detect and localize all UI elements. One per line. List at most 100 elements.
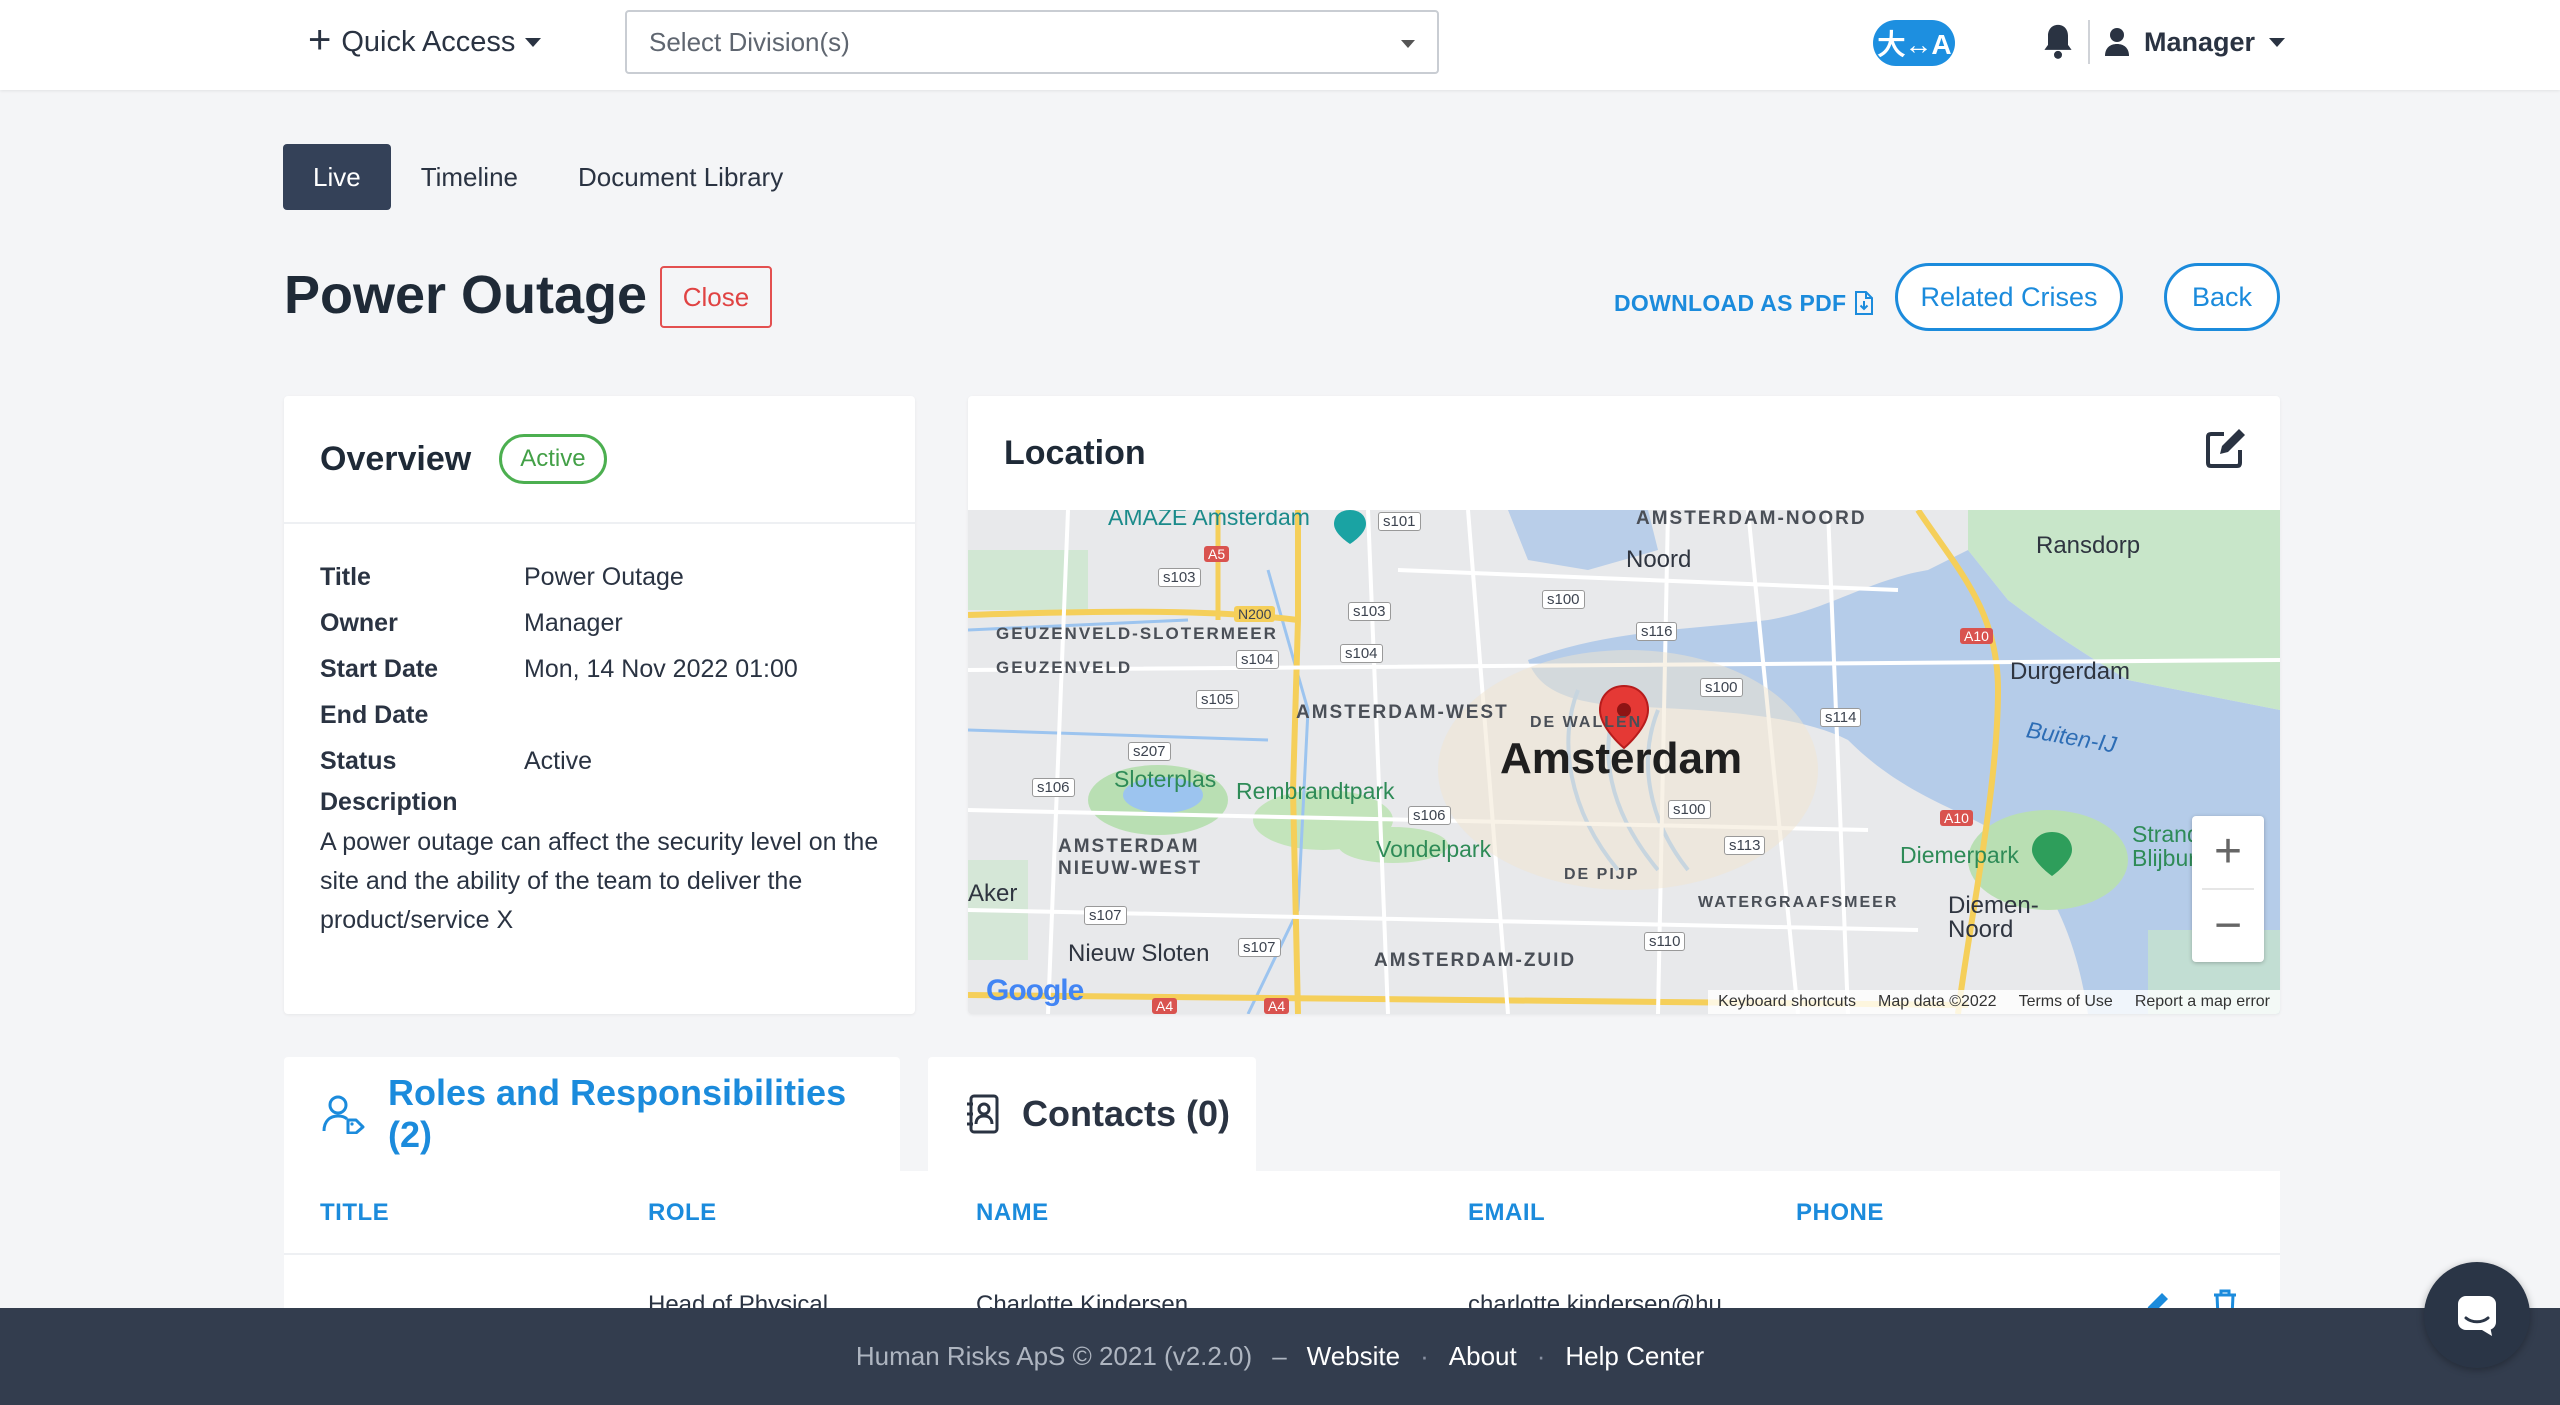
road-shield: A4 xyxy=(1152,998,1178,1014)
map-place: Diemerpark xyxy=(1900,842,2019,868)
map-place: Noord xyxy=(1626,546,1692,573)
map-place: Aker xyxy=(968,880,1018,907)
roles-table: TITLE ROLE NAME EMAIL PHONE Head of Phys… xyxy=(284,1171,2280,1311)
road-shield: s100 xyxy=(1700,678,1743,697)
zoom-in-button[interactable]: + xyxy=(2192,816,2264,888)
map-district: AMSTERDAM-NOORD xyxy=(1636,510,1867,529)
overview-header: Overview Active xyxy=(284,396,915,524)
related-crises-button[interactable]: Related Crises xyxy=(1895,263,2123,331)
description-label: Description xyxy=(320,788,458,816)
location-card: Location AMAZE Amsterdam AMSTERDAM-NOORD… xyxy=(968,396,2280,1014)
quick-access-menu[interactable]: + Quick Access xyxy=(308,20,542,64)
detail-label: Title xyxy=(320,562,371,591)
road-shield: s110 xyxy=(1644,932,1686,951)
column-header-email[interactable]: EMAIL xyxy=(1468,1199,1545,1227)
footer-separator: · xyxy=(1420,1341,1429,1371)
road-shield: s107 xyxy=(1238,938,1281,957)
chevron-down-icon xyxy=(1401,40,1415,48)
google-logo: Google xyxy=(986,974,1084,1008)
location-map[interactable]: AMAZE Amsterdam AMSTERDAM-NOORD Noord Ra… xyxy=(968,510,2280,1014)
division-select[interactable]: Select Division(s) xyxy=(625,10,1439,74)
road-shield: s103 xyxy=(1348,602,1391,621)
tab-document-library[interactable]: Document Library xyxy=(548,144,813,210)
road-shield: s105 xyxy=(1196,690,1239,709)
chat-icon xyxy=(2458,1296,2496,1336)
map-place: Nieuw Sloten xyxy=(1068,940,1210,967)
map-district: DE PIJP xyxy=(1564,866,1640,883)
chat-launcher-button[interactable] xyxy=(2424,1262,2530,1368)
footer-separator: · xyxy=(1536,1341,1546,1371)
map-district: WATERGRAAFSMEER xyxy=(1698,894,1899,911)
footer: Human Risks ApS © 2021 (v2.2.0) – Websit… xyxy=(0,1308,2560,1405)
detail-value: Manager xyxy=(524,608,623,637)
tab-contacts[interactable]: Contacts (0) xyxy=(928,1057,1256,1171)
download-pdf-link[interactable]: DOWNLOAD AS PDF xyxy=(1614,286,1874,320)
view-tabs: Live Timeline Document Library xyxy=(283,144,813,210)
zoom-out-button[interactable]: − xyxy=(2192,890,2264,962)
footer-link-about[interactable]: About xyxy=(1449,1341,1517,1372)
caret-down-icon xyxy=(2269,37,2286,47)
user-tag-icon xyxy=(322,1095,365,1134)
detail-row-owner: Owner Manager xyxy=(320,600,879,646)
pdf-file-icon xyxy=(1855,291,1874,315)
road-shield: s106 xyxy=(1032,778,1075,797)
column-header-name[interactable]: NAME xyxy=(976,1199,1049,1227)
road-shield: s207 xyxy=(1128,742,1171,761)
translate-icon: 大↔A xyxy=(1877,29,1951,60)
footer-link-help-center[interactable]: Help Center xyxy=(1565,1341,1704,1372)
footer-copyright: Human Risks ApS © 2021 (v2.2.0) xyxy=(855,1341,1253,1371)
footer-link-website[interactable]: Website xyxy=(1307,1341,1400,1372)
road-shield: s104 xyxy=(1340,644,1383,663)
map-place: AMAZE Amsterdam xyxy=(1108,510,1310,530)
keyboard-shortcuts-link[interactable]: Keyboard shortcuts xyxy=(1718,993,1856,1011)
column-header-role[interactable]: ROLE xyxy=(648,1199,717,1227)
detail-label: Owner xyxy=(320,608,398,637)
road-shield: s116 xyxy=(1636,622,1678,641)
road-shield: s113 xyxy=(1724,836,1766,855)
map-district: AMSTERDAM-ZUID xyxy=(1374,950,1577,971)
road-shield: N200 xyxy=(1234,606,1276,622)
map-district: DE WALLEN xyxy=(1530,714,1643,731)
google-logo-text: Google xyxy=(986,974,1084,1007)
detail-row-end-date: End Date xyxy=(320,692,879,738)
terms-of-use-link[interactable]: Terms of Use xyxy=(2019,993,2113,1011)
report-map-error-link[interactable]: Report a map error xyxy=(2135,993,2270,1011)
map-zoom-controls: + − xyxy=(2192,816,2264,962)
edit-location-icon[interactable] xyxy=(2204,426,2248,470)
overview-heading: Overview xyxy=(320,439,472,478)
road-shield: s114 xyxy=(1820,708,1862,727)
detail-value: Power Outage xyxy=(524,562,684,591)
road-shield: s100 xyxy=(1668,800,1711,819)
user-menu[interactable]: Manager xyxy=(2104,20,2286,64)
translate-button[interactable]: 大↔A xyxy=(1873,20,1955,66)
tab-roles-responsibilities[interactable]: Roles and Responsibilities (2) xyxy=(284,1057,900,1171)
page-title: Power Outage xyxy=(284,265,648,325)
column-header-title[interactable]: TITLE xyxy=(320,1199,389,1227)
tab-live[interactable]: Live xyxy=(283,144,391,210)
close-crisis-button[interactable]: Close xyxy=(660,266,772,328)
location-header: Location xyxy=(968,396,2280,510)
map-city: Amsterdam xyxy=(1500,734,1743,783)
table-row: Head of Physical Charlotte Kindersen cha… xyxy=(284,1255,2280,1311)
tab-timeline[interactable]: Timeline xyxy=(391,144,548,210)
topbar-divider xyxy=(2088,20,2090,64)
road-shield: A5 xyxy=(1204,546,1230,562)
bell-icon[interactable] xyxy=(2040,22,2076,62)
road-shield: s103 xyxy=(1158,568,1201,587)
map-place: Durgerdam xyxy=(2010,658,2131,685)
road-shield: A4 xyxy=(1264,998,1290,1014)
overview-card: Overview Active Title Power Outage Owner… xyxy=(284,396,915,1014)
user-name: Manager xyxy=(2144,26,2256,57)
column-header-phone[interactable]: PHONE xyxy=(1796,1199,1884,1227)
road-shield: s107 xyxy=(1084,906,1127,925)
address-book-icon xyxy=(967,1094,999,1134)
user-icon xyxy=(2105,28,2129,56)
detail-label: Start Date xyxy=(320,654,439,683)
map-data-text: Map data ©2022 xyxy=(1878,993,1997,1010)
location-heading: Location xyxy=(1004,433,1146,472)
road-shield: A10 xyxy=(1940,810,1973,826)
road-shield: s100 xyxy=(1542,590,1585,609)
back-button[interactable]: Back xyxy=(2164,263,2280,331)
road-shield: s104 xyxy=(1236,650,1279,669)
road-shield: s101 xyxy=(1378,512,1421,531)
